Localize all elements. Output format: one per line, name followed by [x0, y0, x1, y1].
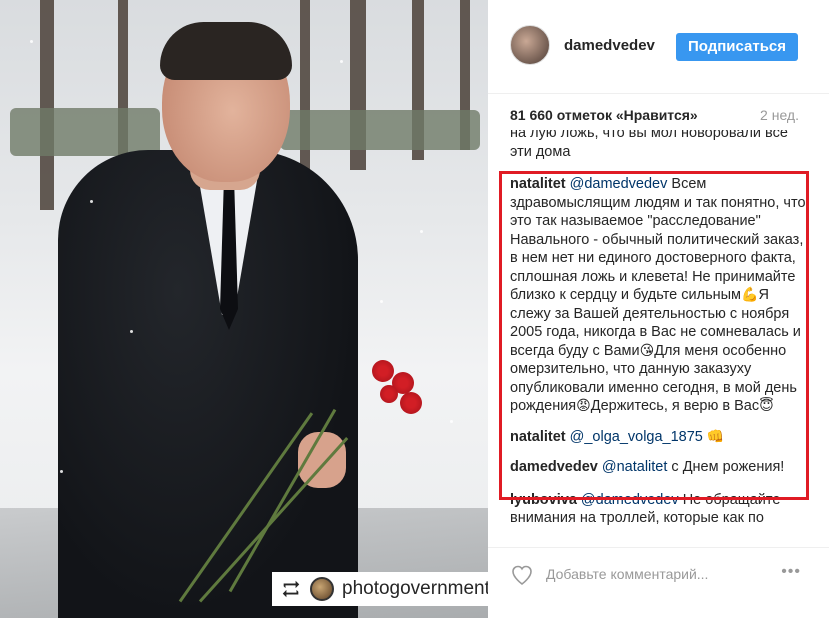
post-footer: ••• — [488, 547, 829, 618]
snowflake — [340, 60, 343, 63]
snowflake — [450, 420, 453, 423]
carnation-flower — [380, 385, 398, 403]
snowflake — [420, 230, 423, 233]
comment-item: damedvedev @natalitet с Днем рожения! — [510, 458, 810, 477]
snowflake — [30, 40, 33, 43]
comment-username[interactable]: natalitet — [510, 176, 566, 192]
snowflake — [130, 330, 133, 333]
comment-partial: на лую ложь, что вы мол новоровали все э… — [510, 130, 810, 161]
halo-emoji-icon: 😇 — [759, 398, 774, 414]
snowflake — [60, 470, 63, 473]
comment-mention[interactable]: @damedvedev — [570, 176, 668, 192]
comment-item: lyubovivа @damedvedev Не обращайте внима… — [510, 491, 810, 528]
snowflake — [380, 300, 383, 303]
post-photo[interactable]: photogovernment — [0, 0, 488, 618]
more-options-icon[interactable]: ••• — [781, 563, 801, 581]
comment-input[interactable] — [546, 562, 766, 586]
comments-list[interactable]: на лую ложь, что вы мол новоровали все э… — [510, 130, 810, 540]
post-username[interactable]: damedvedev — [564, 37, 655, 54]
man-hair — [160, 22, 292, 80]
comment-text: Держитесь, я верю в Вас — [590, 398, 760, 414]
flexed-biceps-emoji-icon: 💪 — [741, 287, 759, 303]
comment-username[interactable]: lyubovivа — [510, 492, 577, 508]
follow-button[interactable]: Подписаться — [676, 33, 798, 61]
post-time[interactable]: 2 нед. — [760, 107, 799, 123]
angry-emoji-icon: 😡 — [576, 398, 591, 414]
comment-text: Всем здравомыслящим людям и так понятно,… — [510, 176, 806, 303]
carnation-flower — [372, 360, 394, 382]
carnation-flower — [400, 392, 422, 414]
avatar[interactable] — [510, 25, 550, 65]
kiss-emoji-icon: 😘 — [639, 342, 655, 359]
watermark-label: photogovernment — [342, 578, 488, 599]
heart-icon[interactable] — [510, 563, 534, 587]
comment-username[interactable]: natalitet — [510, 429, 566, 445]
background-bush — [280, 110, 480, 150]
comment-mention[interactable]: @_olga_volga_1875 — [570, 429, 703, 445]
likes-count[interactable]: 81 660 отметок «Нравится» — [510, 107, 698, 123]
comment-mention[interactable]: @natalitet — [602, 459, 668, 475]
background-tree — [40, 0, 54, 210]
comment-item: natalitet @damedvedev Всем здравомыслящи… — [510, 175, 810, 416]
comment-text: на лую ложь, что вы мол новоровали все э… — [510, 130, 788, 160]
snowflake — [90, 200, 93, 203]
comment-username[interactable]: damedvedev — [510, 459, 598, 475]
comment-text: с Днем рожения! — [667, 459, 785, 475]
background-bush — [10, 108, 160, 156]
repost-icon — [282, 580, 300, 598]
comment-item: natalitet @_olga_volga_1875 👊 — [510, 428, 810, 447]
post-sidebar: damedvedev Подписаться 81 660 отметок «Н… — [488, 0, 829, 618]
fist-emoji-icon: 👊 — [706, 428, 725, 445]
watermark-avatar — [310, 577, 334, 601]
photo-watermark: photogovernment — [272, 572, 488, 606]
comment-mention[interactable]: @damedvedev — [581, 492, 679, 508]
post-header: damedvedev Подписаться — [488, 0, 829, 94]
